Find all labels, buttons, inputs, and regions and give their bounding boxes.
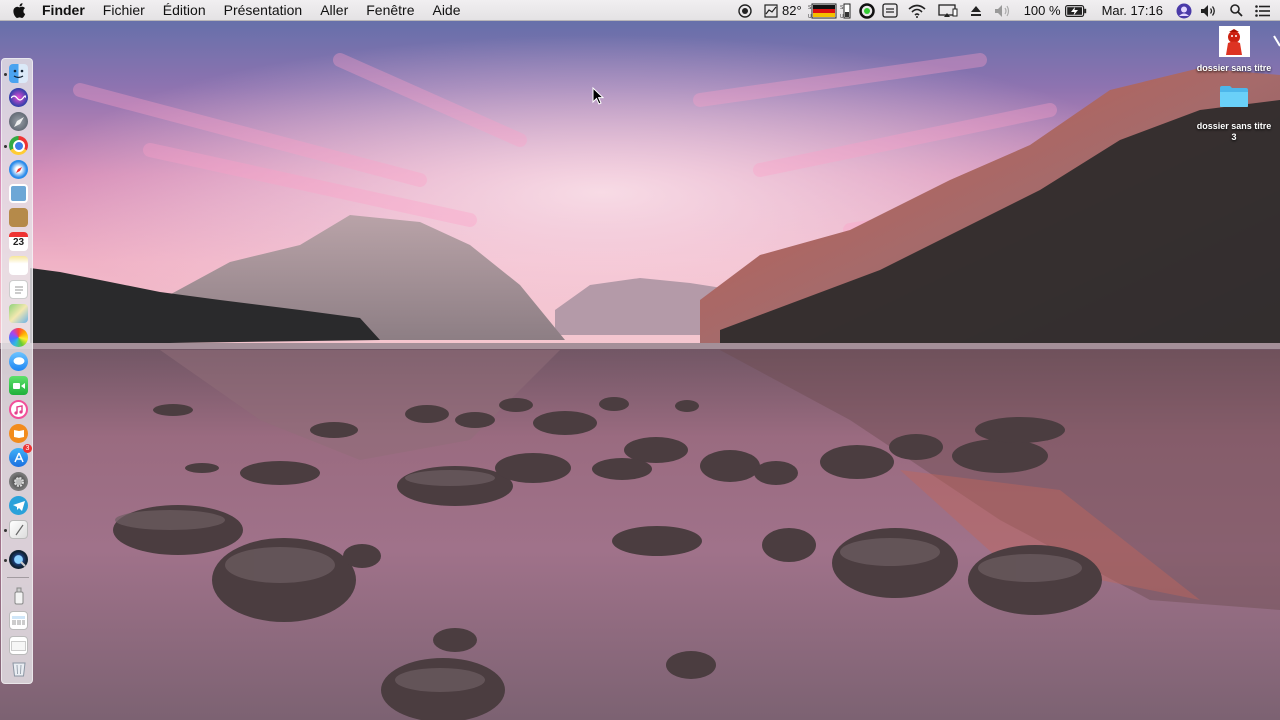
screen-record-icon[interactable] <box>732 0 758 21</box>
calendar-day: 23 <box>12 237 25 248</box>
dock-telegram-icon[interactable] <box>9 496 28 515</box>
app-store-badge: 3 <box>23 444 32 453</box>
dock-quicktime-icon[interactable] <box>9 550 28 569</box>
mouse-pointer-icon <box>592 86 605 110</box>
running-indicator <box>4 559 7 562</box>
menubar-clock[interactable]: Mar. 17:16 <box>1093 0 1172 21</box>
dock-desktop-window-icon[interactable] <box>9 636 28 655</box>
temperature-value: 82° <box>782 3 802 18</box>
battery-status[interactable]: 100 % <box>1018 0 1093 21</box>
menu-app-finder[interactable]: Finder <box>38 0 94 20</box>
dock-textedit-icon[interactable] <box>9 280 28 299</box>
running-indicator <box>4 73 7 76</box>
battery-percent: 100 % <box>1023 3 1061 18</box>
dock-notes-book-icon[interactable] <box>9 208 28 227</box>
menu-presentation[interactable]: Présentation <box>215 0 312 20</box>
user-avatar-icon[interactable] <box>1172 0 1196 21</box>
desktop-folder-2[interactable]: dossier sans titre 3 <box>1190 84 1278 143</box>
menu-edition[interactable]: Édition <box>154 0 215 20</box>
dock-trash-icon[interactable] <box>9 659 28 678</box>
dock-messages-icon[interactable] <box>9 352 28 371</box>
running-indicator <box>4 529 7 532</box>
svg-text:S: S <box>840 5 844 11</box>
desktop-folder-1-label: dossier sans titre <box>1196 63 1272 73</box>
activity-ring-icon[interactable] <box>856 0 878 21</box>
desktop-wallpaper <box>0 0 1280 720</box>
dock-maps-icon[interactable] <box>9 304 28 323</box>
dock-siri-icon[interactable] <box>9 88 28 107</box>
volume-icon[interactable] <box>1196 0 1222 21</box>
dock-preview-icon[interactable] <box>9 184 28 203</box>
spotlight-search-icon[interactable] <box>1222 0 1251 21</box>
menu-bar: Finder Fichier Édition Présentation Alle… <box>0 0 1280 21</box>
cpu-meter-icon[interactable]: S U S U <box>804 0 856 21</box>
dock-usb-drive-icon[interactable] <box>9 586 28 605</box>
running-indicator <box>4 145 7 148</box>
dock-separator <box>7 577 29 578</box>
desktop-folder-2-label-line2: 3 <box>1231 132 1237 142</box>
menu-fichier[interactable]: Fichier <box>94 0 154 20</box>
dock-script-editor-icon[interactable] <box>9 520 28 539</box>
dock-app-store-icon[interactable]: 3 <box>9 444 32 467</box>
apple-logo-icon[interactable] <box>0 0 38 20</box>
svg-text:S: S <box>808 5 812 11</box>
battery-charging-icon <box>1064 4 1087 17</box>
svg-text:U: U <box>840 14 844 19</box>
airplay-display-icon[interactable] <box>932 0 964 21</box>
blue-folder-icon <box>1219 84 1249 113</box>
wifi-icon[interactable] <box>902 0 932 21</box>
dock-finder-icon[interactable] <box>9 64 28 83</box>
dock-safari-icon[interactable] <box>9 160 28 179</box>
desktop-folder-1[interactable]: dossier sans titre <box>1190 26 1278 74</box>
dock-photos-icon[interactable] <box>9 328 28 347</box>
menu-aide[interactable]: Aide <box>423 0 469 20</box>
dock-facetime-icon[interactable] <box>9 376 28 395</box>
dock-itunes-icon[interactable] <box>9 400 28 419</box>
thermometer-icon <box>764 3 778 18</box>
menu-aller[interactable]: Aller <box>311 0 357 20</box>
dock-ibooks-icon[interactable] <box>9 424 28 443</box>
dock-stickies-icon[interactable] <box>9 256 28 275</box>
dock: 23 3 <box>1 58 33 684</box>
temperature-monitor[interactable]: 82° <box>758 0 804 21</box>
dock-chrome-icon[interactable] <box>9 136 28 155</box>
eject-icon[interactable] <box>964 0 988 21</box>
dock-launchpad-icon[interactable] <box>9 112 28 131</box>
volume-icon-muted[interactable] <box>988 0 1018 21</box>
dock-system-preferences-icon[interactable] <box>9 472 28 491</box>
notification-center-icon[interactable] <box>1251 0 1280 21</box>
svg-text:U: U <box>808 14 812 19</box>
scanner-icon[interactable] <box>878 0 902 21</box>
dock-calendar-icon[interactable]: 23 <box>9 232 28 251</box>
dock-calculator-window-icon[interactable] <box>9 611 28 630</box>
desktop-folder-2-label: dossier sans titre <box>1196 121 1272 131</box>
red-character-folder-icon <box>1218 26 1250 57</box>
menu-fenetre[interactable]: Fenêtre <box>357 0 423 20</box>
status-menus: 82° S U S U 100 % Mar. 17:16 <box>732 0 1280 21</box>
partial-desktop-icon[interactable] <box>1272 34 1280 48</box>
